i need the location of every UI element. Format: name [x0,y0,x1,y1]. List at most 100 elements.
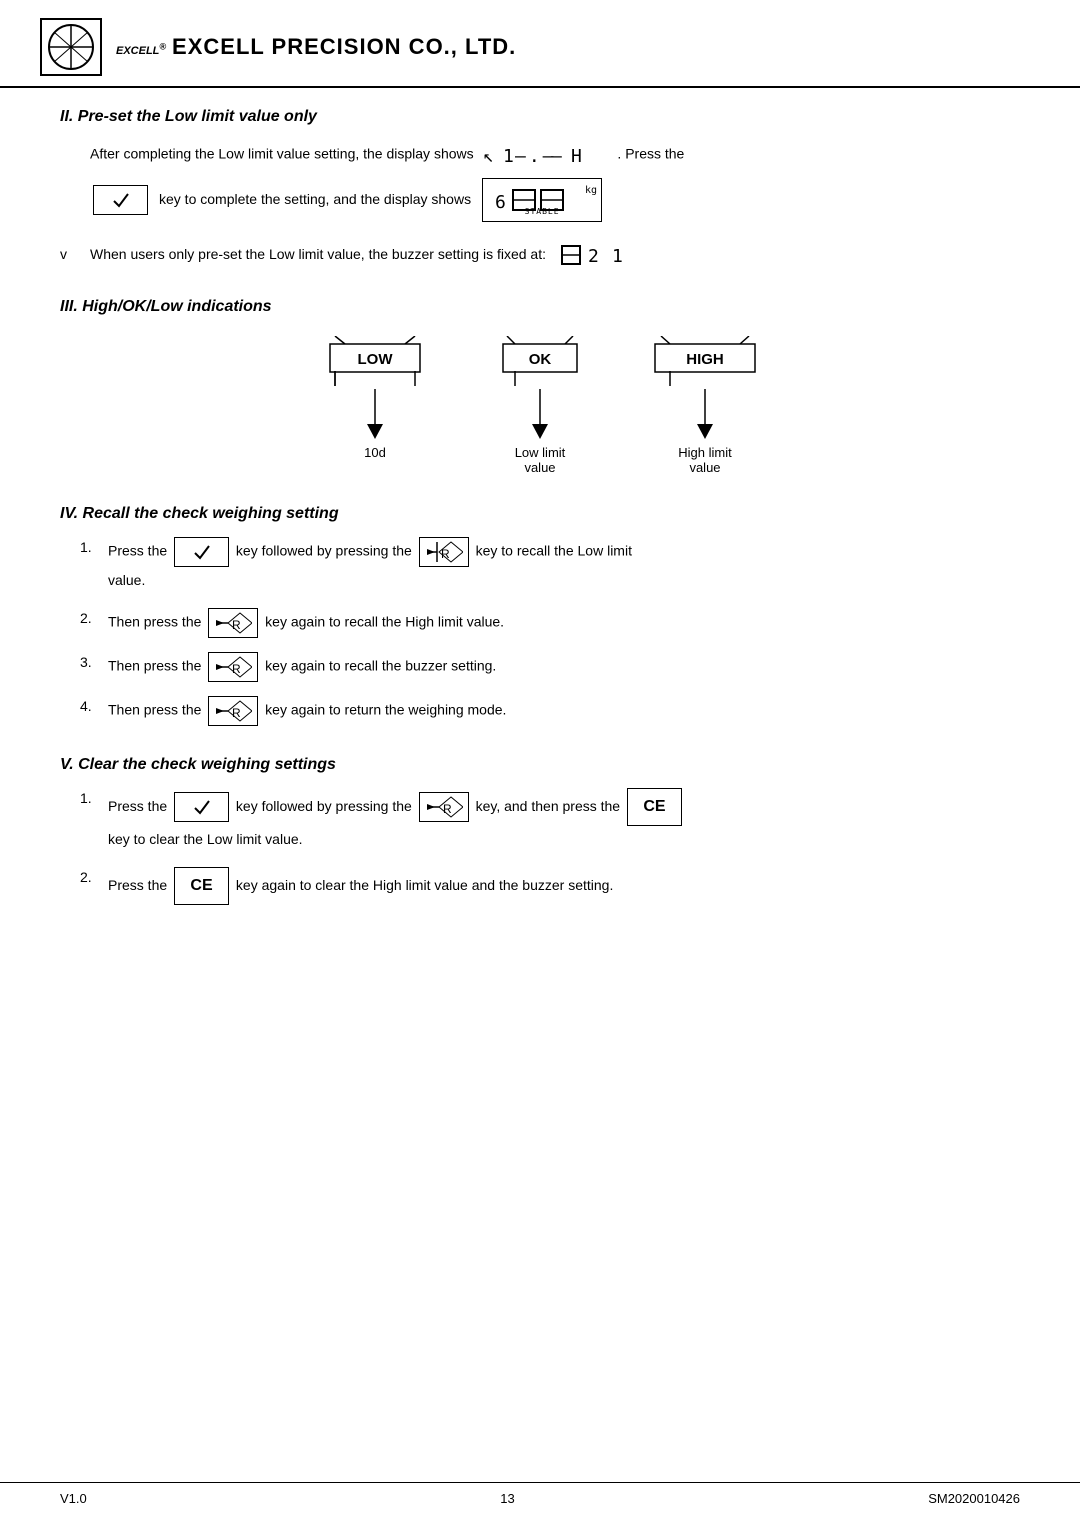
svg-text:R: R [232,706,241,720]
checkmark-icon [111,191,131,209]
r-key-icon-s5-1: R [425,795,463,819]
s5-i1-before: Press the [108,798,171,814]
r-key-s4-3[interactable]: R [208,652,258,682]
s5-i1-after: key to clear the Low limit value. [108,831,303,847]
high-arrow-down [645,389,765,439]
item-3-content: Then press the R key again to recall the… [108,652,1020,682]
high-label: High limitvalue [678,445,731,475]
svg-text:R: R [232,662,241,676]
section-4-item-1: 1. Press the key followed by pressing th… [80,537,1020,594]
s4-i2-before: Then press the [108,613,205,629]
r-key-icon-s4-3: R [214,655,252,679]
bullet-v: v [60,246,80,262]
r-key-icon-s4-1: R [425,540,463,564]
s5-item-1-content: Press the key followed by pressing the [108,788,1020,853]
section-4-title: IV. Recall the check weighing setting [60,505,1020,523]
s4-i3-before: Then press the [108,657,205,673]
company-name: EXCELL PRECISION CO., LTD. [172,34,516,59]
low-arrows-svg: LOW [315,336,435,386]
section-5-title: V. Clear the check weighing settings [60,756,1020,774]
buzzer-display: 2 1 [560,240,640,268]
r-key-s4-1[interactable]: R [419,537,469,567]
svg-text:R: R [443,802,452,816]
r-key-icon-s4-4: R [214,699,252,723]
ok-arrows-svg: OK [495,336,585,386]
header: EXCELL® EXCELL PRECISION CO., LTD. [0,0,1080,88]
footer-version: V1.0 [60,1491,87,1506]
s2-text-after: . Press the [617,146,684,162]
section-2-para: After completing the Low limit value set… [90,140,1020,222]
r-key-icon-s4-2: R [214,611,252,635]
diagram-container: LOW 10d [60,336,1020,475]
footer-page: 13 [500,1491,514,1506]
section-2-p2: key to complete the setting, and the dis… [90,178,1020,222]
r-key-s5-1[interactable]: R [419,792,469,822]
num-4: 4. [80,698,108,714]
excell-label: EXCELL® [116,45,166,57]
company-name-block: EXCELL® EXCELL PRECISION CO., LTD. [116,34,516,60]
checkmark-key-s4-1[interactable] [174,537,229,567]
diagram-ok: OK Low limitvalue [495,336,585,475]
footer: V1.0 13 SM2020010426 [0,1482,1080,1506]
s5-i1-mid: key followed by pressing the [236,798,416,814]
section-2: II. Pre-set the Low limit value only Aft… [60,108,1020,268]
s5-num-1: 1. [80,790,108,806]
kg-label: kg [585,182,597,199]
section-5-item-1: 1. Press the key followed by pressing th… [80,788,1020,853]
svg-text:↖: ↖ [483,146,497,167]
svg-text:R: R [232,618,241,632]
s5-item-2-content: Press the CE key again to clear the High… [108,867,1020,905]
s5-i2-after: key again to clear the High limit value … [236,876,613,892]
stable-label: STABLE [525,205,560,219]
svg-text:LOW: LOW [358,351,394,368]
s4-i4-before: Then press the [108,701,205,717]
ce-key-s5-1[interactable]: CE [627,788,682,826]
high-arrows-svg: HIGH [645,336,765,386]
section-3: III. High/OK/Low indications [60,298,1020,475]
r-key-s4-2[interactable]: R [208,608,258,638]
s5-i2-before: Press the [108,876,171,892]
section-5-item-2: 2. Press the CE key again to clear the H… [80,867,1020,905]
display-seg-kg: kg 6 STABLE [482,178,602,222]
svg-text:2: 2 [588,246,601,267]
svg-text:6: 6 [495,192,506,213]
s4-i1-after: key to recall the Low limit [476,543,632,559]
s4-i1-continue: value. [108,572,145,588]
item-2-content: Then press the R key again to recall the… [108,608,1020,638]
section-4: IV. Recall the check weighing setting 1.… [60,505,1020,726]
display-dashes: ↖ 1 –.– – H [481,140,611,170]
section-5: V. Clear the check weighing settings 1. … [60,756,1020,905]
s5-num-2: 2. [80,869,108,885]
svg-text:–: – [551,146,565,167]
s4-i4-after: key again to return the weighing mode. [265,701,506,717]
s4-i2-after: key again to recall the High limit value… [265,613,504,629]
section-4-item-4: 4. Then press the R key again to return [80,696,1020,726]
diagram-high: HIGH High limitvalue [645,336,765,475]
excell-logo [40,18,102,76]
checkmark-key-s2[interactable] [93,185,148,215]
seg-display-dashes-svg: ↖ 1 –.– – H [481,140,611,170]
s4-i1-mid: key followed by pressing the [236,543,416,559]
section-4-list: 1. Press the key followed by pressing th… [80,537,1020,726]
r-key-s4-4[interactable]: R [208,696,258,726]
low-label: 10d [364,445,386,460]
s2-text-before: After completing the Low limit value set… [90,146,474,162]
ok-arrow-down-svg [525,389,555,439]
item-1-content: Press the key followed by pressing the [108,537,1020,594]
ok-arrow-down [495,389,585,439]
checkmark-key-s5-1[interactable] [174,792,229,822]
ce-key-s5-2[interactable]: CE [174,867,229,905]
page: EXCELL® EXCELL PRECISION CO., LTD. II. P… [0,0,1080,1526]
s2-complete-text: key to complete the setting, and the dis… [159,188,471,212]
num-1: 1. [80,539,108,555]
low-arrow-down-svg [360,389,390,439]
ok-label: Low limitvalue [515,445,566,475]
section-4-item-3: 3. Then press the R key again to recall [80,652,1020,682]
num-3: 3. [80,654,108,670]
s4-i1-before: Press the [108,543,171,559]
svg-text:OK: OK [529,351,552,368]
num-2: 2. [80,610,108,626]
svg-text:HIGH: HIGH [686,351,724,368]
buzzer-seg-svg: 2 1 [560,240,640,268]
low-arrow-down [315,389,435,439]
